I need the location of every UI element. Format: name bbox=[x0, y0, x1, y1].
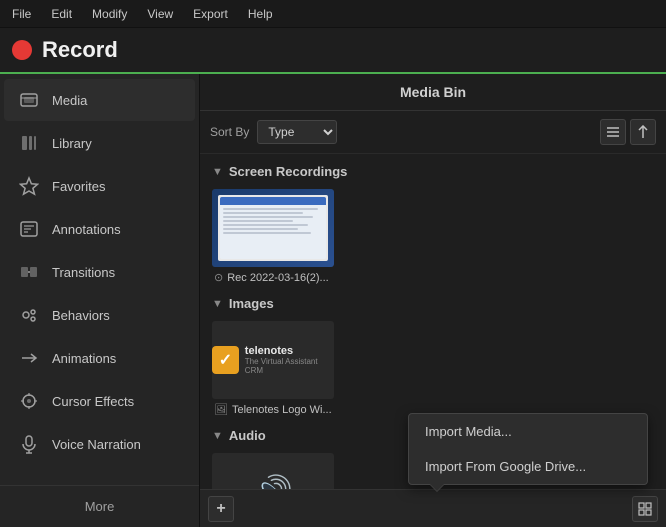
image-icon: 🖼 bbox=[214, 403, 228, 416]
menu-edit[interactable]: Edit bbox=[47, 5, 76, 23]
sort-list-view-button[interactable] bbox=[600, 119, 626, 145]
page-title: Record bbox=[42, 37, 118, 63]
screen-recording-thumbnail bbox=[212, 189, 334, 267]
animations-icon bbox=[18, 347, 40, 369]
sidebar-item-annotations[interactable]: Annotations bbox=[4, 208, 195, 250]
screen-recordings-label: Screen Recordings bbox=[229, 164, 348, 179]
speaker-icon: 🔊 bbox=[253, 473, 293, 489]
audio-label: Audio bbox=[229, 428, 266, 443]
sidebar-items: Media Library Favorite bbox=[0, 74, 199, 485]
image-thumbnail: ✓ telenotes The Virtual Assistant CRM bbox=[212, 321, 334, 399]
sidebar-item-animations-label: Animations bbox=[52, 351, 116, 366]
sidebar-item-behaviors-label: Behaviors bbox=[52, 308, 110, 323]
sidebar-item-transitions[interactable]: Transitions bbox=[4, 251, 195, 293]
content-area: Media Bin Sort By Type Name Date Size bbox=[200, 74, 666, 527]
titlebar: Record bbox=[0, 28, 666, 74]
more-label: More bbox=[85, 499, 115, 514]
library-icon bbox=[18, 132, 40, 154]
sort-select[interactable]: Type Name Date Size bbox=[257, 120, 337, 144]
chevron-down-icon-3: ▼ bbox=[212, 430, 223, 442]
import-media-item[interactable]: Import Media... bbox=[409, 414, 647, 449]
menu-modify[interactable]: Modify bbox=[88, 5, 131, 23]
section-screen-recordings[interactable]: ▼ Screen Recordings bbox=[204, 160, 662, 183]
sidebar-item-voice-narration-label: Voice Narration bbox=[52, 437, 141, 452]
screen-recording-filename: Rec 2022-03-16(2)... bbox=[227, 272, 329, 284]
screen-recording-item[interactable]: ⊙ Rec 2022-03-16(2)... bbox=[204, 185, 662, 290]
sort-by-label: Sort By bbox=[210, 125, 249, 139]
sidebar-item-cursor-effects[interactable]: Cursor Effects bbox=[4, 380, 195, 422]
context-menu: Import Media... Import From Google Drive… bbox=[408, 413, 648, 485]
screen-recording-name-row: ⊙ Rec 2022-03-16(2)... bbox=[212, 271, 654, 284]
grid-view-button[interactable] bbox=[632, 496, 658, 522]
record-dot bbox=[12, 40, 32, 60]
bottom-toolbar: + bbox=[200, 489, 666, 527]
menu-export[interactable]: Export bbox=[189, 5, 232, 23]
add-media-button[interactable]: + bbox=[208, 496, 234, 522]
sidebar: Media Library Favorite bbox=[0, 74, 200, 527]
image-filename: Telenotes Logo Wi... bbox=[232, 404, 332, 416]
sidebar-item-cursor-effects-label: Cursor Effects bbox=[52, 394, 134, 409]
sidebar-item-behaviors[interactable]: Behaviors bbox=[4, 294, 195, 336]
telenotes-logo: ✓ telenotes The Virtual Assistant CRM bbox=[212, 345, 334, 375]
sidebar-item-voice-narration[interactable]: Voice Narration bbox=[4, 423, 195, 465]
audio-thumbnail: 🔊 bbox=[212, 453, 334, 489]
sidebar-item-favorites[interactable]: Favorites bbox=[4, 165, 195, 207]
sidebar-item-library-label: Library bbox=[52, 136, 92, 151]
menu-view[interactable]: View bbox=[143, 5, 177, 23]
telenotes-check-icon: ✓ bbox=[212, 346, 239, 374]
sidebar-item-annotations-label: Annotations bbox=[52, 222, 121, 237]
images-label: Images bbox=[229, 296, 274, 311]
menu-help[interactable]: Help bbox=[244, 5, 277, 23]
media-bin-header: Media Bin bbox=[200, 74, 666, 111]
chevron-down-icon-2: ▼ bbox=[212, 298, 223, 310]
transitions-icon bbox=[18, 261, 40, 283]
media-icon bbox=[18, 89, 40, 111]
sort-order-button[interactable] bbox=[630, 119, 656, 145]
main-layout: Media Library Favorite bbox=[0, 74, 666, 527]
sidebar-item-animations[interactable]: Animations bbox=[4, 337, 195, 379]
sidebar-item-media[interactable]: Media bbox=[4, 79, 195, 121]
menubar: File Edit Modify View Export Help bbox=[0, 0, 666, 28]
import-google-drive-item[interactable]: Import From Google Drive... bbox=[409, 449, 647, 484]
behaviors-icon bbox=[18, 304, 40, 326]
sidebar-more-button[interactable]: More bbox=[0, 485, 199, 527]
context-menu-arrow bbox=[429, 484, 445, 492]
menu-file[interactable]: File bbox=[8, 5, 35, 23]
record-circle-icon: ⊙ bbox=[214, 271, 223, 284]
sidebar-item-transitions-label: Transitions bbox=[52, 265, 115, 280]
chevron-down-icon: ▼ bbox=[212, 166, 223, 178]
section-images[interactable]: ▼ Images bbox=[204, 292, 662, 315]
image-item[interactable]: ✓ telenotes The Virtual Assistant CRM 🖼 … bbox=[204, 317, 662, 422]
microphone-icon bbox=[18, 433, 40, 455]
cursor-icon bbox=[18, 390, 40, 412]
annotations-icon bbox=[18, 218, 40, 240]
sidebar-item-favorites-label: Favorites bbox=[52, 179, 105, 194]
sidebar-item-media-label: Media bbox=[52, 93, 87, 108]
sort-bar: Sort By Type Name Date Size bbox=[200, 111, 666, 154]
sort-icons bbox=[600, 119, 656, 145]
sidebar-item-library[interactable]: Library bbox=[4, 122, 195, 164]
star-icon bbox=[18, 175, 40, 197]
